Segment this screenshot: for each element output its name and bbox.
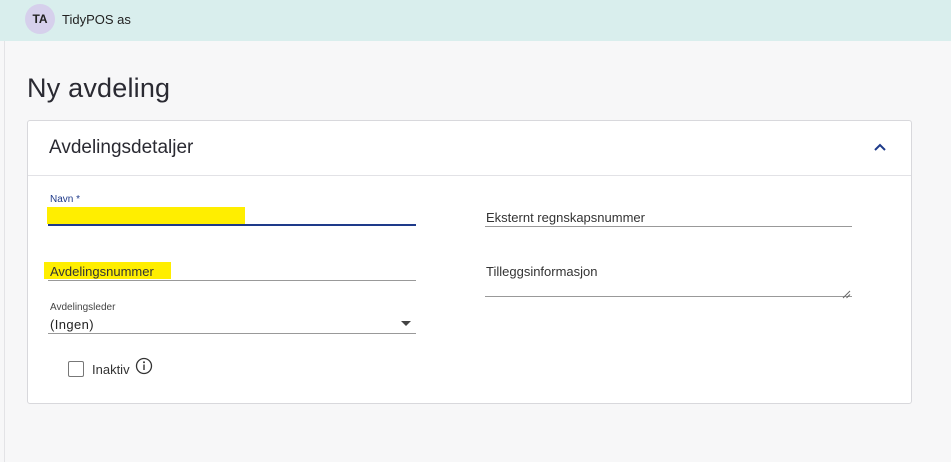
card-header[interactable]: Avdelingsdetaljer (28, 121, 911, 176)
card-title: Avdelingsdetaljer (49, 137, 194, 158)
additional-info-underline (485, 296, 852, 297)
inactive-label: Inaktiv (92, 362, 130, 377)
chevron-up-icon[interactable] (870, 138, 890, 158)
external-accounting-number-field[interactable]: Eksternt regnskapsnummer (486, 210, 645, 225)
info-circle-icon[interactable] (135, 357, 153, 375)
sidebar-divider (4, 41, 5, 462)
company-name[interactable]: TidyPOS as (62, 12, 131, 27)
additional-info-textarea[interactable]: Tilleggsinformasjon (486, 264, 598, 279)
department-number-field[interactable]: Avdelingsnummer (50, 264, 154, 279)
external-accounting-number-underline (485, 226, 852, 227)
name-field-label: Navn * (50, 194, 81, 205)
avatar[interactable]: TA (25, 4, 55, 34)
department-number-underline (48, 280, 416, 281)
name-field-underline (48, 224, 416, 226)
department-manager-underline (48, 333, 416, 334)
inactive-checkbox[interactable] (68, 361, 84, 377)
page-title: Ny avdeling (27, 73, 171, 103)
resize-handle-icon[interactable] (842, 286, 851, 299)
department-manager-select[interactable]: (Ingen) (50, 317, 94, 332)
department-manager-label: Avdelingsleder (50, 302, 116, 313)
name-field-highlight (47, 207, 245, 224)
top-bar: TA TidyPOS as (0, 0, 951, 41)
chevron-down-icon[interactable] (401, 321, 411, 326)
